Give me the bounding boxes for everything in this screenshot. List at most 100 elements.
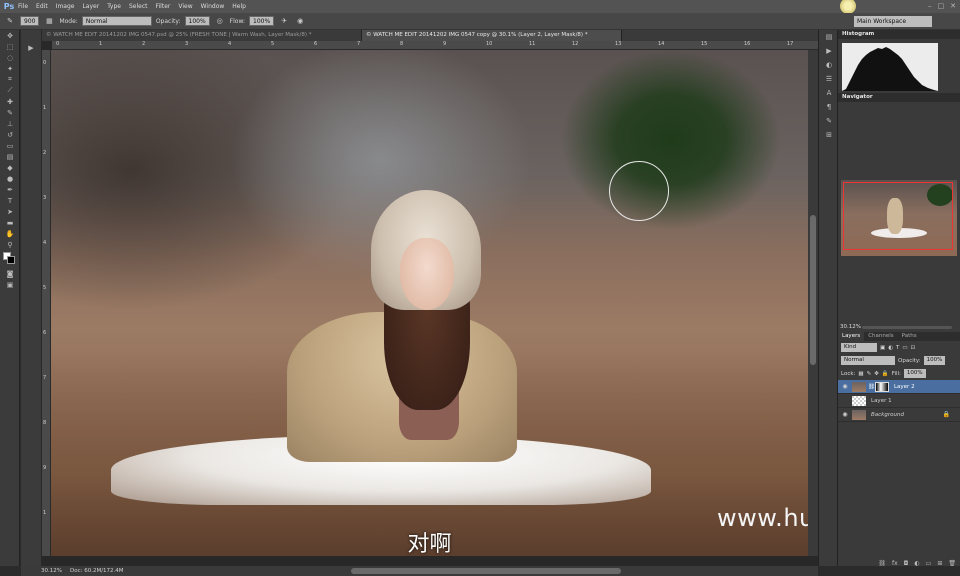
menu-file[interactable]: File bbox=[18, 3, 28, 10]
lasso-tool-icon[interactable]: ◌ bbox=[0, 52, 20, 63]
visibility-eye-icon[interactable]: ◉ bbox=[838, 383, 852, 390]
blend-mode-select[interactable]: Normal bbox=[841, 356, 895, 365]
toolbar-collapse[interactable]: ▶ bbox=[21, 30, 41, 566]
menu-image[interactable]: Image bbox=[56, 3, 75, 10]
paragraph-panel-icon[interactable]: ¶ bbox=[819, 100, 839, 114]
marquee-tool-icon[interactable]: ⬚ bbox=[0, 41, 20, 52]
layer-row-layer-1[interactable]: Layer 1 bbox=[838, 394, 960, 408]
healing-tool-icon[interactable]: ✚ bbox=[0, 96, 20, 107]
brush-presets-icon[interactable]: ⊞ bbox=[819, 128, 839, 142]
menu-layer[interactable]: Layer bbox=[82, 3, 99, 10]
lock-pixels-icon[interactable]: ✎ bbox=[867, 371, 872, 377]
scroll-thumb[interactable] bbox=[810, 215, 816, 365]
hand-tool-icon[interactable]: ✋ bbox=[0, 228, 20, 239]
flow-field[interactable]: 100% bbox=[249, 16, 275, 26]
properties-panel-icon[interactable]: ☰ bbox=[819, 72, 839, 86]
pressure-size-icon[interactable]: ◉ bbox=[294, 16, 306, 27]
filter-adjust-icon[interactable]: ◐ bbox=[888, 345, 893, 351]
brush-tool-icon[interactable]: ✎ bbox=[0, 107, 20, 118]
navigator-view-box[interactable] bbox=[843, 182, 953, 250]
pen-tool-icon[interactable]: ✒ bbox=[0, 184, 20, 195]
layer-thumbnail[interactable] bbox=[852, 395, 866, 406]
adjustments-panel-icon[interactable]: ◐ bbox=[819, 58, 839, 72]
filter-shape-icon[interactable]: ▭ bbox=[902, 345, 907, 351]
histogram-header[interactable]: Histogram bbox=[838, 30, 960, 39]
menu-help[interactable]: Help bbox=[232, 3, 246, 10]
menu-select[interactable]: Select bbox=[129, 3, 148, 10]
filter-smart-icon[interactable]: ⊡ bbox=[911, 345, 916, 351]
background-color-swatch[interactable] bbox=[7, 256, 15, 264]
delete-layer-icon[interactable]: 🗑 bbox=[948, 560, 956, 567]
workspace-select[interactable]: Main Workspace bbox=[854, 16, 932, 27]
menu-filter[interactable]: Filter bbox=[156, 3, 171, 10]
eraser-tool-icon[interactable]: ▭ bbox=[0, 140, 20, 151]
layer-thumbnail[interactable] bbox=[852, 409, 866, 420]
add-mask-icon[interactable]: ◘ bbox=[904, 560, 909, 567]
navigator-zoom-slider[interactable] bbox=[862, 326, 952, 329]
lock-transparent-icon[interactable]: ▦ bbox=[858, 371, 863, 377]
crop-tool-icon[interactable]: ⌗ bbox=[0, 74, 20, 85]
brush-panel-icon[interactable]: ▦ bbox=[43, 16, 55, 27]
clone-stamp-tool-icon[interactable]: ⊥ bbox=[0, 118, 20, 129]
canvas-image[interactable]: www.hunls.com 对啊 bbox=[51, 50, 808, 556]
move-tool-icon[interactable]: ✥ bbox=[0, 30, 20, 41]
mode-select[interactable]: Normal bbox=[81, 16, 152, 26]
menu-view[interactable]: View bbox=[178, 3, 192, 10]
lock-position-icon[interactable]: ✥ bbox=[874, 371, 879, 377]
menu-type[interactable]: Type bbox=[107, 3, 121, 10]
navigator-header[interactable]: Navigator bbox=[838, 93, 960, 102]
link-layers-icon[interactable]: ⛓ bbox=[878, 560, 886, 567]
tab-channels[interactable]: Channels bbox=[864, 332, 897, 341]
tool-presets-icon[interactable]: ✎ bbox=[819, 114, 839, 128]
character-panel-icon[interactable]: A bbox=[819, 86, 839, 100]
visibility-eye-icon[interactable]: ◉ bbox=[838, 411, 852, 418]
kind-filter-select[interactable]: Kind bbox=[841, 343, 877, 352]
history-panel-icon[interactable]: ▤ bbox=[819, 30, 839, 44]
actions-panel-icon[interactable]: ▶ bbox=[819, 44, 839, 58]
layer-opacity-field[interactable]: 100% bbox=[923, 356, 946, 365]
airbrush-icon[interactable]: ✈ bbox=[278, 16, 290, 27]
color-swatches[interactable] bbox=[0, 250, 19, 268]
horizontal-scroll-thumb[interactable] bbox=[351, 568, 621, 574]
brush-size-field[interactable]: 900 bbox=[20, 16, 40, 26]
brush-tool-icon[interactable]: ✎ bbox=[4, 16, 16, 27]
minimize-icon[interactable]: – bbox=[928, 2, 932, 10]
expand-arrow-icon[interactable]: ▶ bbox=[21, 44, 41, 52]
eyedropper-tool-icon[interactable]: ⟋ bbox=[0, 85, 20, 96]
layer-name[interactable]: Background bbox=[871, 412, 904, 418]
opacity-field[interactable]: 100% bbox=[184, 16, 210, 26]
tab-paths[interactable]: Paths bbox=[898, 332, 921, 341]
shape-tool-icon[interactable]: ▬ bbox=[0, 217, 20, 228]
type-tool-icon[interactable]: T bbox=[0, 195, 20, 206]
layer-style-icon[interactable]: fx bbox=[892, 560, 898, 567]
blur-tool-icon[interactable]: ◆ bbox=[0, 162, 20, 173]
layer-thumbnail[interactable] bbox=[852, 381, 866, 392]
menu-window[interactable]: Window bbox=[201, 3, 225, 10]
pressure-opacity-icon[interactable]: ◎ bbox=[214, 16, 226, 27]
doc-tab-copy[interactable]: © WATCH ME EDIT 20141202 IMG 0547 copy @… bbox=[362, 30, 622, 41]
filter-type-icon[interactable]: T bbox=[896, 345, 899, 351]
filter-pixel-icon[interactable]: ▣ bbox=[880, 345, 885, 351]
fill-field[interactable]: 100% bbox=[903, 369, 926, 378]
chain-link-icon[interactable]: ⛓ bbox=[868, 384, 875, 390]
layer-name[interactable]: Layer 2 bbox=[894, 384, 915, 390]
maximize-icon[interactable]: □ bbox=[938, 2, 945, 10]
screen-mode-icon[interactable]: ▣ bbox=[0, 279, 20, 290]
layer-mask-thumbnail[interactable] bbox=[874, 381, 889, 392]
layer-row-layer-2[interactable]: ◉ ⛓ Layer 2 bbox=[838, 380, 960, 394]
dodge-tool-icon[interactable]: ● bbox=[0, 173, 20, 184]
layer-name[interactable]: Layer 1 bbox=[871, 398, 892, 404]
new-adjustment-icon[interactable]: ◐ bbox=[914, 560, 919, 567]
layer-row-background[interactable]: ◉ Background 🔒 bbox=[838, 408, 960, 422]
navigator-zoom[interactable]: 30.12% bbox=[840, 324, 861, 330]
path-select-tool-icon[interactable]: ➤ bbox=[0, 206, 20, 217]
zoom-readout[interactable]: 30.12% bbox=[41, 568, 62, 574]
menu-edit[interactable]: Edit bbox=[36, 3, 48, 10]
vertical-scrollbar[interactable] bbox=[808, 50, 818, 556]
history-brush-tool-icon[interactable]: ↺ bbox=[0, 129, 20, 140]
zoom-tool-icon[interactable]: ⚲ bbox=[0, 239, 20, 250]
lock-all-icon[interactable]: 🔒 bbox=[882, 371, 889, 377]
doc-tab-psd[interactable]: © WATCH ME EDIT 20141202 IMG 0547.psd @ … bbox=[42, 30, 362, 41]
gradient-tool-icon[interactable]: ▤ bbox=[0, 151, 20, 162]
new-layer-icon[interactable]: ⊞ bbox=[937, 560, 942, 567]
